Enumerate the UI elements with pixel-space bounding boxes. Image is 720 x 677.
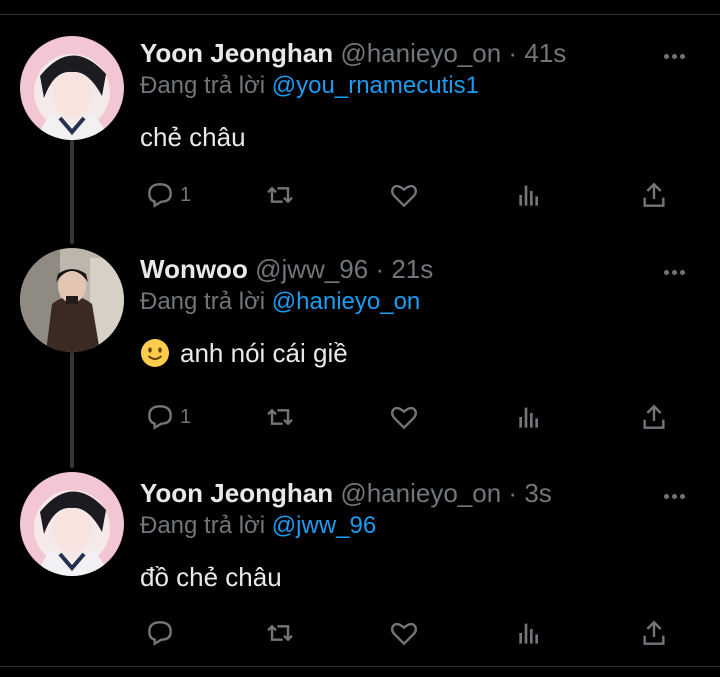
separator-dot: · xyxy=(375,254,385,284)
timestamp[interactable]: 3s xyxy=(524,478,551,508)
avatar[interactable] xyxy=(20,472,124,576)
views-button[interactable] xyxy=(514,178,546,212)
separator-dot: · xyxy=(508,38,518,68)
retweet-icon xyxy=(267,624,293,642)
like-button[interactable] xyxy=(388,178,420,212)
action-bar: 1 xyxy=(140,178,680,212)
tweet-text-content: chẻ châu xyxy=(140,122,246,152)
display-name[interactable]: Wonwoo xyxy=(140,254,248,284)
like-button[interactable] xyxy=(388,400,420,434)
like-icon xyxy=(390,184,418,208)
replying-to: Đang trả lời @jww_96 xyxy=(140,510,376,542)
reply-icon xyxy=(148,183,172,208)
display-name[interactable]: Yoon Jeonghan xyxy=(140,478,333,508)
like-icon xyxy=(390,622,418,646)
separator-dot: · xyxy=(508,478,518,508)
share-button[interactable] xyxy=(638,178,670,212)
tweet-text-content: anh nói cái giề xyxy=(180,338,348,368)
reply-icon xyxy=(148,621,172,646)
timestamp[interactable]: 21s xyxy=(391,254,433,284)
views-icon xyxy=(519,407,538,428)
retweet-button[interactable] xyxy=(264,178,296,212)
tweet-text: anh nói cái giề xyxy=(140,336,348,370)
top-divider xyxy=(0,14,720,15)
replying-label: Đang trả lời xyxy=(140,288,266,315)
replying-to: Đang trả lời @you_rnamecutis1 xyxy=(140,70,479,102)
mention-link[interactable]: @hanieyo_on xyxy=(272,288,420,315)
retweet-button[interactable] xyxy=(264,400,296,434)
share-icon xyxy=(643,620,665,645)
user-handle[interactable]: @hanieyo_on xyxy=(340,478,501,508)
share-icon xyxy=(643,182,665,207)
reply-button[interactable]: 1 xyxy=(144,400,191,434)
reply-count: 1 xyxy=(180,405,192,428)
share-icon xyxy=(643,404,665,429)
more-icon[interactable] xyxy=(664,486,690,499)
views-icon xyxy=(519,623,538,644)
action-bar xyxy=(140,616,680,650)
action-bar: 1 xyxy=(140,400,680,434)
tweet-text-content: đồ chẻ châu xyxy=(140,562,282,592)
replying-to: Đang trả lời @hanieyo_on xyxy=(140,286,420,318)
tweet-item[interactable]: Yoon Jeonghan @hanieyo_on · 41s Đang trả… xyxy=(0,36,720,226)
more-icon[interactable] xyxy=(664,46,690,59)
tweet-header: Yoon Jeonghan @hanieyo_on · 41s xyxy=(140,36,566,70)
tweet-item[interactable]: Wonwoo @jww_96 · 21s Đang trả lời @hanie… xyxy=(0,248,720,442)
views-button[interactable] xyxy=(514,616,546,650)
timestamp[interactable]: 41s xyxy=(524,38,566,68)
retweet-icon xyxy=(267,408,293,426)
more-icon[interactable] xyxy=(664,262,690,275)
reply-button[interactable]: 1 xyxy=(144,178,191,212)
user-handle[interactable]: @jww_96 xyxy=(255,254,368,284)
views-button[interactable] xyxy=(514,400,546,434)
retweet-icon xyxy=(267,186,293,204)
reply-count: 1 xyxy=(180,183,192,206)
tweet-text: chẻ châu xyxy=(140,120,246,154)
reply-button[interactable] xyxy=(144,616,180,650)
retweet-button[interactable] xyxy=(264,616,296,650)
tweet-header: Wonwoo @jww_96 · 21s xyxy=(140,252,433,286)
user-handle[interactable]: @hanieyo_on xyxy=(340,38,501,68)
share-button[interactable] xyxy=(638,400,670,434)
display-name[interactable]: Yoon Jeonghan xyxy=(140,38,333,68)
views-icon xyxy=(519,185,538,206)
mention-link[interactable]: @you_rnamecutis1 xyxy=(272,72,479,99)
replying-label: Đang trả lời xyxy=(140,72,266,99)
replying-label: Đang trả lời xyxy=(140,512,266,539)
like-button[interactable] xyxy=(388,616,420,650)
tweet-header: Yoon Jeonghan @hanieyo_on · 3s xyxy=(140,476,552,510)
tweet-item[interactable]: Yoon Jeonghan @hanieyo_on · 3s Đang trả … xyxy=(0,472,720,666)
like-icon xyxy=(390,406,418,430)
share-button[interactable] xyxy=(638,616,670,650)
slightly-smiling-face-icon xyxy=(141,339,169,367)
avatar[interactable] xyxy=(20,36,124,140)
bottom-divider xyxy=(0,666,720,667)
avatar[interactable] xyxy=(20,248,124,352)
tweet-text: đồ chẻ châu xyxy=(140,560,282,594)
reply-icon xyxy=(148,405,172,430)
mention-link[interactable]: @jww_96 xyxy=(272,512,376,539)
